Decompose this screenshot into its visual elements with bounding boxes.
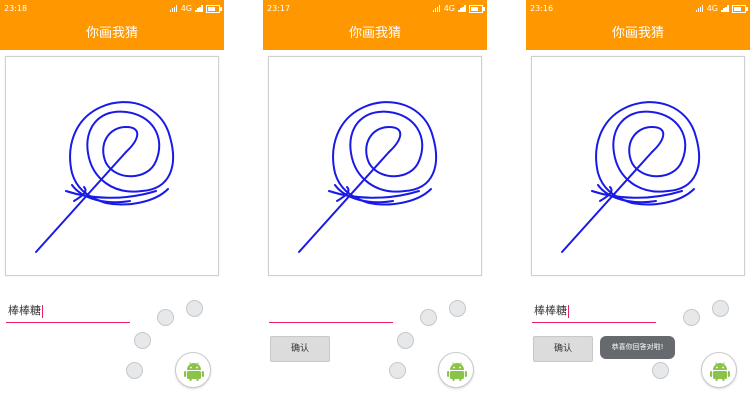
android-icon [710,362,730,381]
status-time: 23:17 [267,4,291,13]
confirm-button[interactable]: 确认 [270,336,330,362]
status-bar: 23:17 4G [263,0,487,17]
answer-value: 棒棒糖 [8,304,41,317]
floating-bubble [389,362,406,379]
floating-bubble [126,362,143,379]
text-caret [42,304,43,318]
phone-screen-3: 23:16 4G 你画我猜 棒棒糖 确认 恭喜你回答对啦! [526,0,750,400]
android-fab-button[interactable] [175,352,211,388]
signal-icon [721,5,729,12]
floating-bubble [420,309,437,326]
status-icons: 4G [169,0,222,17]
signal-icon [432,5,441,12]
floating-bubble [397,332,414,349]
signal-icon [169,5,178,12]
android-icon [184,362,204,381]
signal-icon [695,5,704,12]
android-fab-button[interactable] [701,352,737,388]
status-icons: 4G [695,0,748,17]
battery-icon [206,4,222,13]
floating-bubble [652,362,669,379]
android-fab-button[interactable] [438,352,474,388]
answer-value: 棒棒糖 [534,304,567,317]
floating-bubble [449,300,466,317]
phone-screen-2: 23:17 4G 你画我猜 确认 [263,0,487,400]
battery-icon [469,4,485,13]
android-icon [447,362,467,381]
floating-bubble [134,332,151,349]
answer-input[interactable] [269,300,393,323]
drawing-canvas[interactable] [531,56,745,276]
signal-icon [195,5,203,12]
status-time: 23:18 [4,4,28,13]
app-title: 你画我猜 [263,17,487,50]
drawing-canvas[interactable] [268,56,482,276]
status-bar: 23:16 4G [526,0,750,17]
status-bar: 23:18 4G [0,0,224,17]
battery-icon [732,4,748,13]
text-caret [568,304,569,318]
lollipop-drawing [561,101,700,253]
floating-bubble [712,300,729,317]
network-label: 4G [443,4,455,13]
floating-bubble [683,309,700,326]
answer-input[interactable]: 棒棒糖 [532,300,656,323]
app-title: 你画我猜 [0,17,224,50]
lollipop-drawing [298,101,437,253]
app-title: 你画我猜 [526,17,750,50]
status-icons: 4G [432,0,485,17]
confirm-button[interactable]: 确认 [533,336,593,362]
answer-input[interactable]: 棒棒糖 [6,300,130,323]
network-label: 4G [706,4,718,13]
drawing-canvas[interactable] [5,56,219,276]
network-label: 4G [180,4,192,13]
phone-screen-1: 23:18 4G 你画我猜 棒棒糖 [0,0,224,400]
signal-icon [458,5,466,12]
floating-bubble [186,300,203,317]
lollipop-drawing [35,101,174,253]
success-toast: 恭喜你回答对啦! [600,336,675,359]
floating-bubble [157,309,174,326]
status-time: 23:16 [530,4,554,13]
